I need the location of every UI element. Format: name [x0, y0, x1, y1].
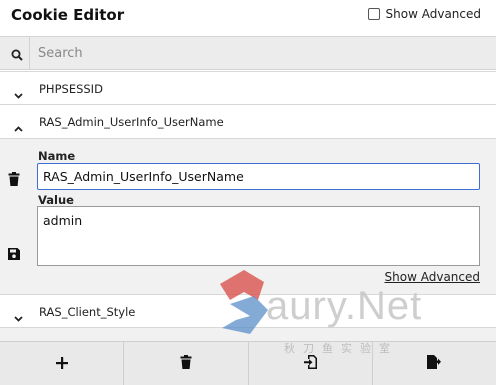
cookie-name: RAS_Client_Style: [39, 305, 136, 319]
show-advanced-label[interactable]: Show Advanced: [386, 7, 481, 21]
search-bar: [0, 36, 496, 70]
value-label: Value: [38, 193, 74, 207]
chevron-down-icon[interactable]: [14, 307, 23, 326]
chevron-down-icon[interactable]: [14, 84, 23, 103]
list-filler: [0, 328, 496, 341]
delete-all-button[interactable]: [124, 342, 249, 385]
cookie-name: PHPSESSID: [39, 82, 103, 96]
import-button[interactable]: [249, 342, 373, 385]
search-icon: [11, 46, 23, 65]
add-cookie-button[interactable]: [0, 342, 125, 385]
cookie-row-ras-client-style[interactable]: RAS_Client_Style: [0, 294, 496, 328]
show-advanced-checkbox[interactable]: [367, 8, 380, 20]
cookie-row-ras-admin-userinfo-username[interactable]: RAS_Admin_UserInfo_UserName: [0, 105, 496, 139]
import-icon: [303, 354, 317, 373]
cookie-name-field[interactable]: [37, 163, 480, 190]
cookie-value-field[interactable]: admin: [37, 206, 480, 266]
cookie-row-phpsessid[interactable]: PHPSESSID: [0, 71, 496, 105]
export-button[interactable]: [373, 342, 496, 385]
add-icon: [55, 354, 68, 373]
cookie-editor-panel: Name Value admin Show Advanced: [0, 139, 496, 294]
save-cookie-icon[interactable]: [8, 245, 20, 264]
bottom-toolbar: [0, 341, 496, 385]
app-title: Cookie Editor: [11, 6, 125, 24]
export-icon: [427, 354, 442, 373]
show-advanced-link[interactable]: Show Advanced: [385, 270, 480, 284]
delete-icon: [180, 354, 192, 373]
chevron-up-icon[interactable]: [14, 117, 23, 136]
cookie-name: RAS_Admin_UserInfo_UserName: [39, 115, 224, 129]
delete-cookie-trash-icon[interactable]: [8, 171, 20, 190]
name-label: Name: [38, 149, 76, 163]
show-advanced-toggle[interactable]: Show Advanced: [367, 7, 481, 21]
search-input[interactable]: [29, 37, 496, 69]
header: Cookie Editor Show Advanced: [0, 0, 496, 36]
